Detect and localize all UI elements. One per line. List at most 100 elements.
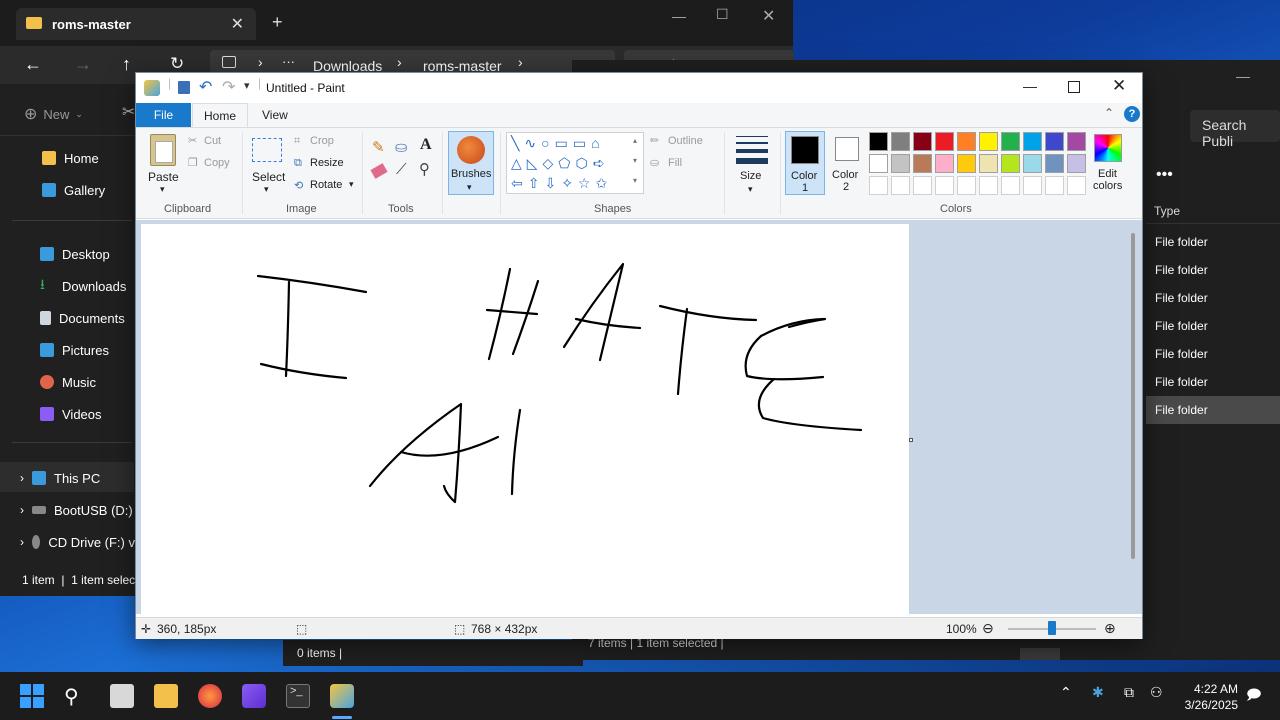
tab-view[interactable]: View <box>262 103 288 127</box>
notification-icon[interactable]: 🗩 <box>1246 684 1270 708</box>
vertical-scrollbar[interactable] <box>1131 233 1135 559</box>
minimize-icon[interactable]: — <box>672 8 686 24</box>
tab-file[interactable]: File <box>136 103 191 127</box>
quick-access-dropdown-icon[interactable]: ▾ <box>244 79 250 92</box>
crop-button[interactable]: Crop <box>310 135 334 147</box>
file-row-type[interactable]: File folder <box>1146 368 1280 396</box>
palette-swatch[interactable] <box>891 132 910 151</box>
back-arrow-icon[interactable]: ← <box>24 54 42 75</box>
eraser-icon[interactable] <box>370 163 388 179</box>
palette-swatch-empty[interactable] <box>913 176 932 195</box>
copy-button[interactable]: Copy <box>204 157 230 169</box>
sidebar-item-cd-drive[interactable]: › CD Drive (F:) v <box>20 530 135 554</box>
palette-swatch[interactable] <box>1067 132 1086 151</box>
sidebar-item-videos[interactable]: Videos <box>40 402 140 426</box>
color1-button[interactable]: Color 1 <box>785 131 825 195</box>
search-icon[interactable]: ⚲ <box>64 684 88 708</box>
paste-button[interactable]: Paste <box>148 170 179 184</box>
palette-swatch[interactable] <box>1001 132 1020 151</box>
palette-swatch[interactable] <box>1045 154 1064 173</box>
chevron-down-icon[interactable]: ▾ <box>349 179 354 190</box>
canvas-resize-handle[interactable] <box>909 438 913 442</box>
chevron-down-icon[interactable]: ▾ <box>264 184 269 195</box>
search-input-public[interactable]: Search Publi <box>1190 110 1280 149</box>
drawing-canvas[interactable] <box>141 224 909 614</box>
rotate-button[interactable]: Rotate <box>310 179 342 191</box>
palette-swatch[interactable] <box>935 154 954 173</box>
file-explorer-icon[interactable] <box>154 684 178 708</box>
palette-swatch[interactable] <box>869 132 888 151</box>
sidebar-item-gallery[interactable]: Gallery <box>42 178 142 202</box>
windows-start-icon[interactable] <box>20 684 44 708</box>
network-icon[interactable]: ⚇ <box>1150 684 1174 708</box>
up-arrow-icon[interactable]: ↑ <box>122 54 131 75</box>
pencil-icon[interactable]: ✎ <box>372 138 385 156</box>
palette-swatch[interactable] <box>913 132 932 151</box>
palette-swatch-empty[interactable] <box>935 176 954 195</box>
sidebar-item-music[interactable]: Music <box>40 370 140 394</box>
text-tool-icon[interactable]: A <box>420 136 432 154</box>
zoom-slider-thumb[interactable] <box>1048 621 1056 635</box>
file-row-type[interactable]: File folder <box>1146 284 1280 312</box>
view-toggle-icons[interactable] <box>1020 648 1060 660</box>
palette-swatch[interactable] <box>957 154 976 173</box>
palette-swatch-empty[interactable] <box>1023 176 1042 195</box>
tab-home[interactable]: Home <box>192 103 248 128</box>
sidebar-item-downloads[interactable]: ⭳ Downloads <box>40 274 140 298</box>
new-button[interactable]: ⊕ New ⌄ <box>24 104 83 124</box>
minimize-icon[interactable]: — <box>1236 68 1250 84</box>
forward-arrow-icon[interactable]: → <box>74 54 92 75</box>
shapes-gallery[interactable]: ╲∿○▭▭⌂ △◺◇⬠⬡➪ ⇦⇧⇩✧☆✩ <box>506 132 644 194</box>
paste-icon[interactable] <box>150 134 176 166</box>
palette-swatch[interactable] <box>913 154 932 173</box>
select-icon[interactable] <box>252 138 282 162</box>
edit-colors-icon[interactable] <box>1094 134 1122 162</box>
clock[interactable]: 4:22 AM 3/26/2025 <box>1185 681 1238 713</box>
collapse-ribbon-icon[interactable]: ⌃ <box>1104 106 1114 120</box>
zoom-in-icon[interactable]: ⊕ <box>1104 620 1116 637</box>
shapes-row-2-icons[interactable]: △◺◇⬠⬡➪ <box>511 155 609 172</box>
fill-button[interactable]: Fill <box>668 157 682 169</box>
task-view-icon[interactable] <box>110 684 134 708</box>
palette-swatch-empty[interactable] <box>891 176 910 195</box>
palette-swatch-empty[interactable] <box>1067 176 1086 195</box>
shapes-expand-icon[interactable]: ▾ <box>633 176 637 185</box>
chevron-down-icon[interactable]: ▾ <box>748 184 753 195</box>
palette-swatch[interactable] <box>1023 132 1042 151</box>
palette-swatch[interactable] <box>1001 154 1020 173</box>
palette-swatch[interactable] <box>891 154 910 173</box>
chevron-down-icon[interactable]: ▾ <box>160 184 165 195</box>
sidebar-item-this-pc[interactable]: › This PC <box>20 466 135 490</box>
outline-button[interactable]: Outline <box>668 135 703 147</box>
save-icon[interactable] <box>178 81 190 94</box>
file-row-type[interactable]: File folder <box>1146 340 1280 368</box>
close-tab-icon[interactable]: ✕ <box>231 14 244 34</box>
palette-swatch-empty[interactable] <box>979 176 998 195</box>
firefox-icon[interactable] <box>198 684 222 708</box>
palette-swatch[interactable] <box>1023 154 1042 173</box>
close-window-icon[interactable]: ✕ <box>762 6 775 26</box>
size-lines-icon[interactable] <box>736 136 768 164</box>
shapes-row-1-icons[interactable]: ╲∿○▭▭⌂ <box>511 135 605 152</box>
zoom-out-icon[interactable]: ⊖ <box>982 620 994 637</box>
scissors-icon[interactable]: ✂ <box>122 102 135 122</box>
magnifier-icon[interactable]: ⚲ <box>419 160 430 178</box>
palette-swatch-empty[interactable] <box>1001 176 1020 195</box>
palette-swatch[interactable] <box>979 154 998 173</box>
shapes-scroll-up-icon[interactable]: ▴ <box>633 136 637 145</box>
file-row-type[interactable]: File folder <box>1146 228 1280 256</box>
cut-button[interactable]: Cut <box>204 135 221 147</box>
shapes-scroll-down-icon[interactable]: ▾ <box>633 156 637 165</box>
more-options-icon[interactable]: ••• <box>1156 166 1173 184</box>
palette-swatch[interactable] <box>1045 132 1064 151</box>
palette-swatch[interactable] <box>935 132 954 151</box>
palette-swatch-empty[interactable] <box>957 176 976 195</box>
bluetooth-icon[interactable]: ✱ <box>1092 684 1116 708</box>
undo-icon[interactable]: ↶ <box>199 77 212 97</box>
sidebar-item-home[interactable]: Home <box>42 146 142 170</box>
sidebar-item-documents[interactable]: Documents <box>40 306 140 330</box>
palette-swatch[interactable] <box>979 132 998 151</box>
visual-studio-icon[interactable] <box>242 684 266 708</box>
palette-swatch[interactable] <box>1067 154 1086 173</box>
close-icon[interactable]: ✕ <box>1112 76 1126 96</box>
